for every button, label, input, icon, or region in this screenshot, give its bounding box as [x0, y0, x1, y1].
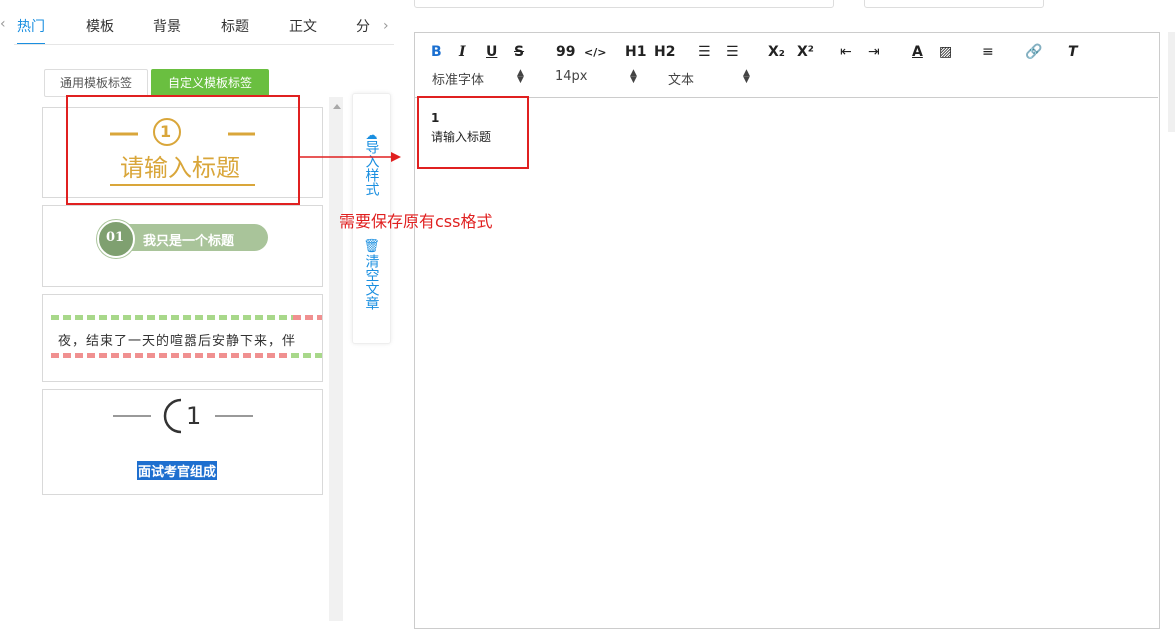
template-3-text: 夜，结束了一天的喧嚣后安静下来，伴 [58, 334, 297, 349]
blockquote-button[interactable]: 99 [556, 44, 575, 60]
tab-divider[interactable]: 分 [356, 16, 370, 36]
tab-background[interactable]: 背景 [153, 16, 181, 36]
bold-button[interactable]: B [431, 44, 442, 60]
select-arrows-icon: ▲ ▼ [517, 68, 524, 85]
template-3-top-border-accent [293, 315, 322, 320]
tab-title[interactable]: 标题 [221, 16, 249, 36]
clear-article-button[interactable]: 清空文章 [353, 254, 390, 314]
highlight-box-editor [417, 96, 529, 169]
heading1-button[interactable]: H1 [625, 44, 646, 60]
indent-icon[interactable]: ⇥ [868, 44, 880, 60]
tab-hot[interactable]: 热门 [17, 16, 45, 36]
highlight-box-template [66, 95, 300, 205]
font-family-select[interactable]: 标准字体 [432, 69, 484, 88]
template-2-number: 01 [106, 230, 125, 245]
tab-template[interactable]: 模板 [86, 16, 114, 36]
font-size-select[interactable]: 14px [555, 69, 588, 84]
title-input[interactable] [414, 0, 834, 8]
outdent-icon[interactable]: ⇤ [840, 44, 852, 60]
chevron-right-icon[interactable]: › [383, 18, 389, 34]
custom-template-tag-button[interactable]: 自定义模板标签 [151, 69, 269, 97]
italic-button[interactable]: I [459, 44, 466, 60]
tabs-divider [14, 44, 394, 45]
font-color-icon[interactable]: A [912, 44, 923, 60]
annotation-arrow [298, 152, 401, 162]
strikethrough-button[interactable]: S [514, 44, 524, 60]
background-color-icon[interactable]: ▨ [939, 44, 952, 60]
clear-format-icon[interactable]: T [1068, 44, 1078, 60]
superscript-button[interactable]: X² [797, 44, 814, 60]
import-style-label: 导入样式 [363, 140, 380, 196]
chevron-left-icon[interactable]: ‹ [0, 16, 6, 32]
scroll-up-arrow-icon[interactable] [333, 104, 341, 109]
template-card-3[interactable]: 夜，结束了一天的喧嚣后安静下来，伴 [42, 294, 323, 382]
editor-scrollbar[interactable] [1168, 32, 1175, 132]
tab-body[interactable]: 正文 [289, 16, 317, 36]
template-2-title: 我只是一个标题 [143, 234, 235, 249]
template-3-top-border [51, 315, 322, 320]
author-input[interactable] [864, 0, 1044, 8]
underline-button[interactable]: U [486, 44, 497, 60]
template-4-number: 1 [186, 402, 202, 430]
template-card-2[interactable]: 01 我只是一个标题 [42, 205, 323, 287]
block-type-select[interactable]: 文本 [668, 69, 694, 88]
category-tabs: ‹ 热门 模板 背景 标题 正文 分 › [0, 0, 400, 45]
bullet-list-icon[interactable]: ☰ [726, 44, 739, 60]
template-list-scrollbar[interactable] [329, 97, 343, 621]
general-template-tag-button[interactable]: 通用模板标签 [44, 69, 148, 97]
heading2-button[interactable]: H2 [654, 44, 675, 60]
trash-icon[interactable]: 🗑 [353, 239, 390, 255]
align-icon[interactable]: ≡ [982, 44, 994, 60]
template-3-bottom-border-accent [291, 353, 322, 358]
template-4-title: 面试考官组成 [137, 461, 218, 480]
link-icon[interactable]: 🔗 [1025, 44, 1042, 60]
template-3-bottom-border [51, 353, 322, 358]
template-card-4[interactable]: 1 面试考官组成 [42, 389, 323, 495]
code-button[interactable]: </> [584, 46, 606, 59]
clear-article-label: 清空文章 [363, 254, 380, 310]
subscript-button[interactable]: X₂ [768, 44, 785, 60]
select-arrows-icon: ▲ ▼ [743, 68, 750, 85]
select-arrows-icon: ▲ ▼ [630, 68, 637, 85]
ordered-list-icon[interactable]: ☰ [698, 44, 711, 60]
annotation-text: 需要保存原有css格式 [339, 212, 493, 231]
import-style-button[interactable]: 导入样式 [353, 140, 390, 200]
